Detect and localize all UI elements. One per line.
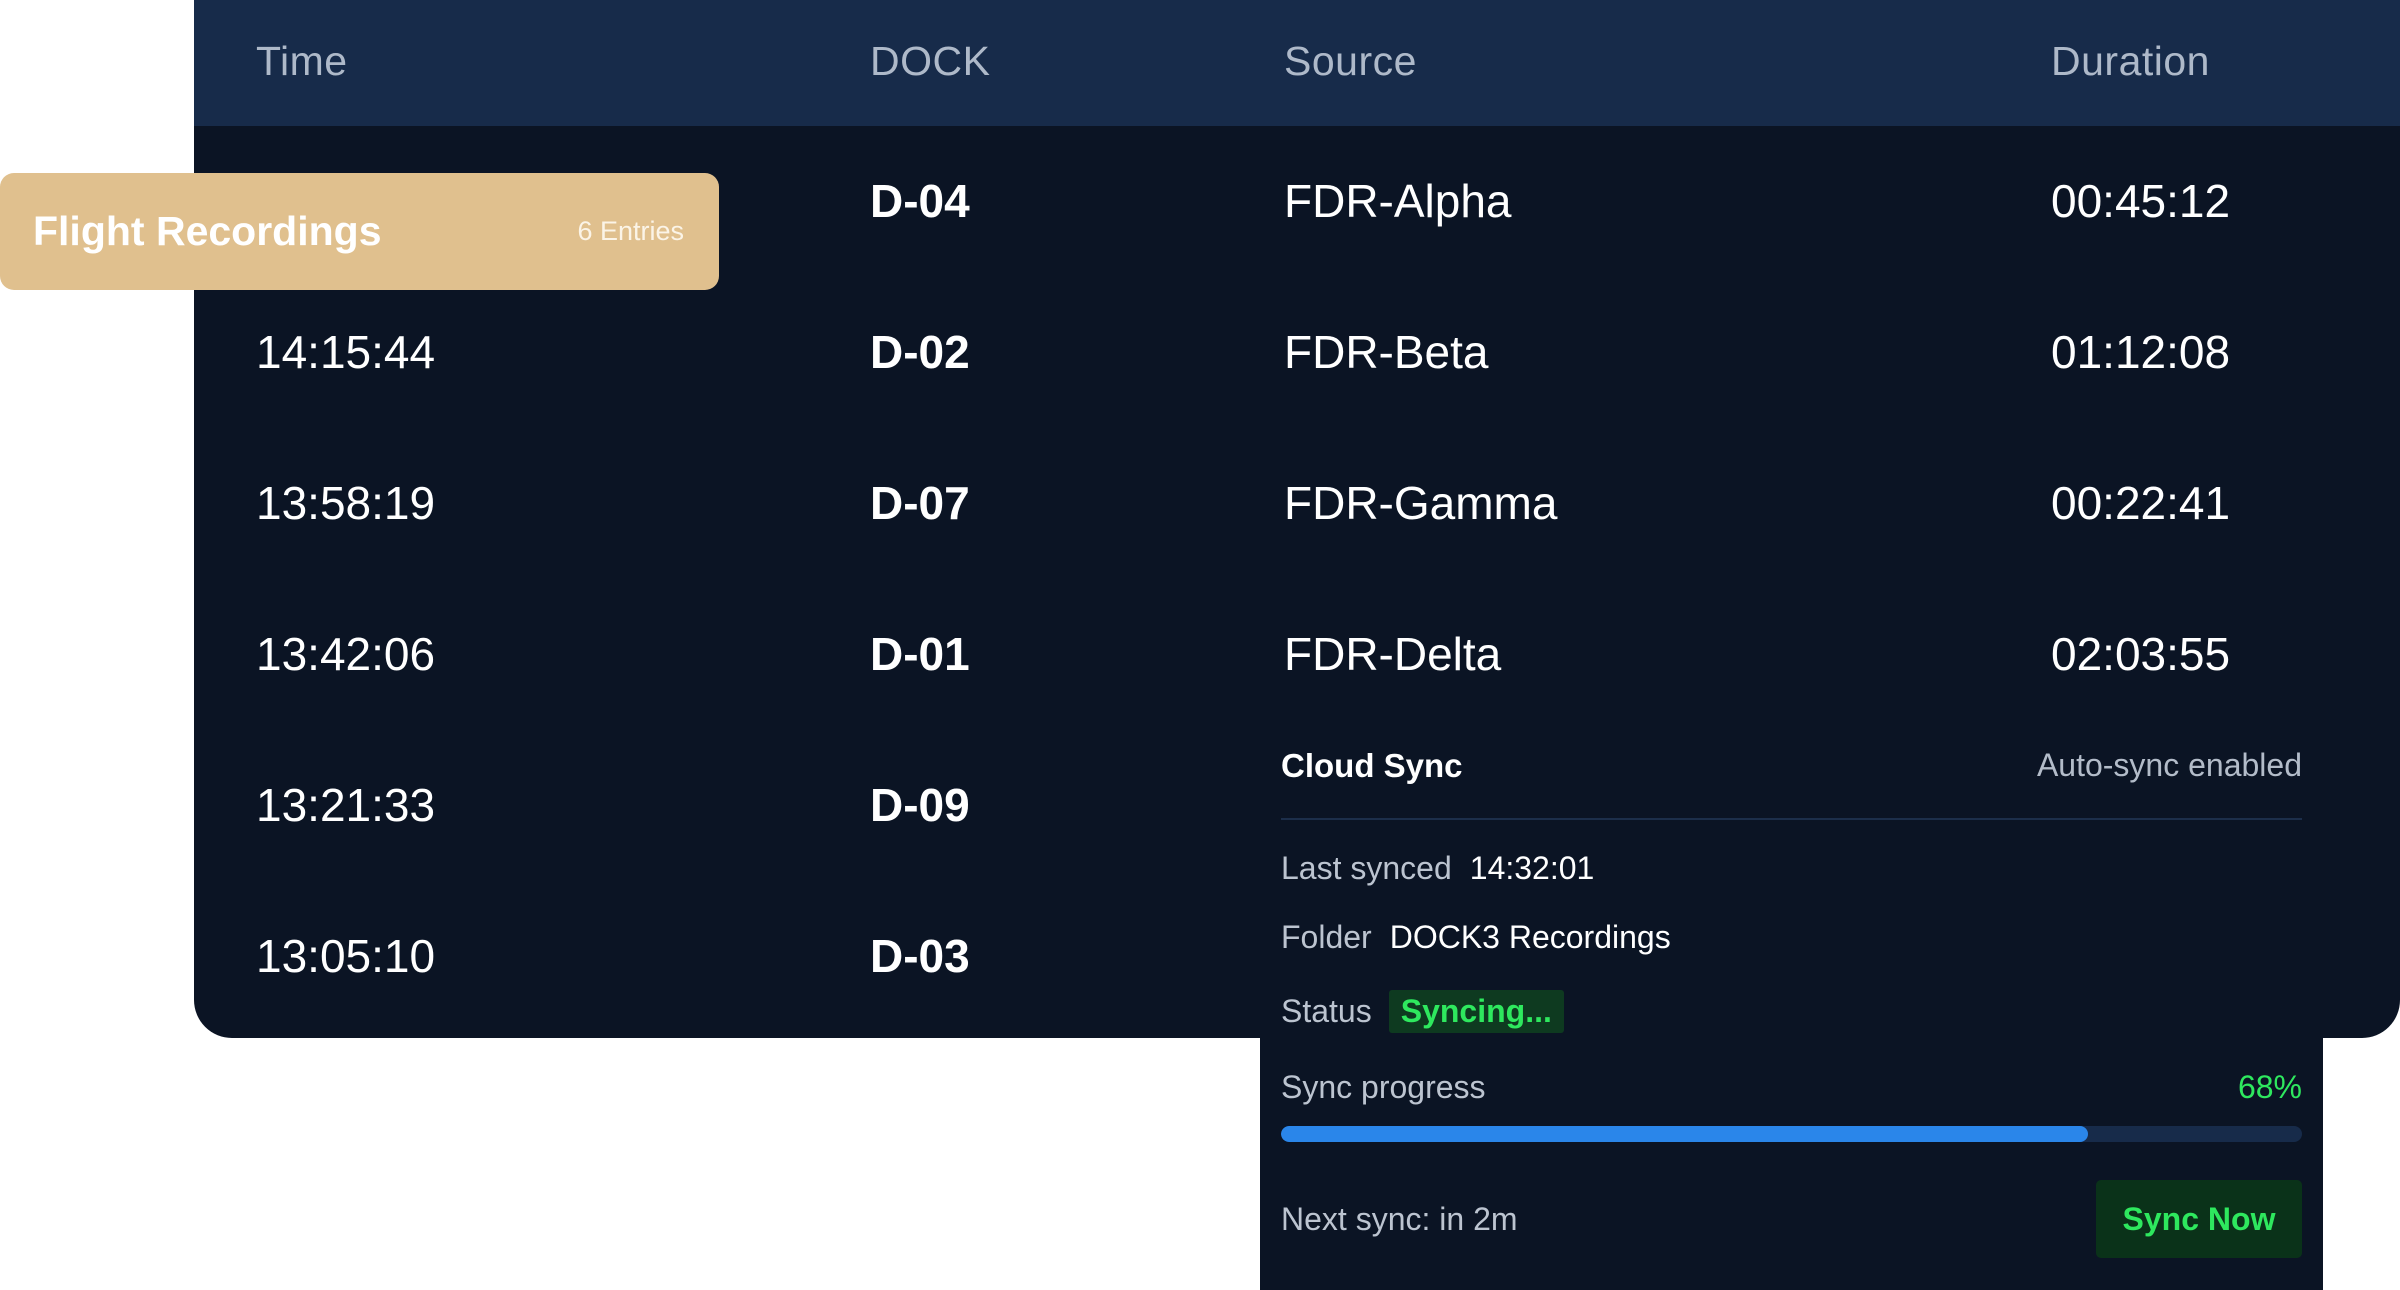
entries-count: 6 Entries bbox=[577, 216, 684, 246]
sync-title: Cloud Sync bbox=[1281, 746, 1463, 784]
status-label: Status bbox=[1281, 993, 1372, 1029]
auto-sync-status: Auto-sync enabled bbox=[2036, 747, 2302, 783]
cell-time: 13:42:06 bbox=[256, 628, 436, 680]
progress-label: Sync progress bbox=[1281, 1069, 1486, 1105]
cell-time: 13:05:10 bbox=[256, 930, 436, 982]
cell-dock: D-04 bbox=[870, 175, 970, 227]
table-row[interactable]: 14:15:44 D-02 FDR-Beta 01:12:08 bbox=[194, 277, 2400, 428]
cell-dock: D-02 bbox=[870, 326, 970, 378]
table-row[interactable]: 13:58:19 D-07 FDR-Gamma 00:22:41 bbox=[194, 428, 2400, 579]
cloud-sync-panel: Cloud Sync Auto-sync enabled Last synced… bbox=[1260, 713, 2323, 1290]
folder-row: Folder DOCK3 Recordings bbox=[1281, 919, 2302, 956]
next-sync-text: Next sync: in 2m bbox=[1281, 1200, 1518, 1237]
cell-duration: 00:45:12 bbox=[2051, 175, 2231, 227]
cell-dock: D-09 bbox=[870, 779, 970, 831]
last-synced-label: Last synced bbox=[1281, 850, 1452, 886]
header-time[interactable]: Time bbox=[256, 38, 348, 85]
last-synced-row: Last synced 14:32:01 bbox=[1281, 850, 2302, 887]
progress-row: Sync progress 68% bbox=[1281, 1069, 2302, 1106]
status-row: Status Syncing... bbox=[1281, 990, 2302, 1033]
cell-source: FDR-Alpha bbox=[1284, 175, 1512, 227]
table-row[interactable]: 13:42:06 D-01 FDR-Delta 02:03:55 bbox=[194, 579, 2400, 730]
sync-footer: Next sync: in 2m Sync Now bbox=[1281, 1180, 2302, 1258]
cell-time: 13:21:33 bbox=[256, 779, 436, 831]
cell-time: 14:15:44 bbox=[256, 326, 436, 378]
progress-bar bbox=[1281, 1126, 2302, 1142]
cell-source: FDR-Delta bbox=[1284, 628, 1502, 680]
cell-dock: D-07 bbox=[870, 477, 970, 529]
folder-value: DOCK3 Recordings bbox=[1389, 919, 1671, 955]
last-synced-value: 14:32:01 bbox=[1469, 850, 1595, 886]
cell-duration: 00:22:41 bbox=[2051, 477, 2231, 529]
cell-dock: D-01 bbox=[870, 628, 970, 680]
cell-source: FDR-Beta bbox=[1284, 326, 1489, 378]
table-header: Time DOCK Source Duration bbox=[194, 0, 2400, 126]
progress-percent: 68% bbox=[2237, 1069, 2302, 1105]
folder-label: Folder bbox=[1281, 919, 1372, 955]
cell-time: 13:58:19 bbox=[256, 477, 436, 529]
flight-recordings-badge[interactable]: Flight Recordings 6 Entries bbox=[0, 173, 719, 290]
progress-fill bbox=[1281, 1126, 2088, 1142]
sync-now-button[interactable]: Sync Now bbox=[2096, 1180, 2302, 1258]
header-duration[interactable]: Duration bbox=[2051, 38, 2210, 85]
header-dock[interactable]: DOCK bbox=[870, 38, 990, 85]
cell-dock: D-03 bbox=[870, 930, 970, 982]
cell-source: FDR-Gamma bbox=[1284, 477, 1558, 529]
status-badge: Syncing... bbox=[1388, 990, 1564, 1033]
app-stage: Time DOCK Source Duration D-04 FDR-Alpha… bbox=[0, 0, 2400, 1290]
cell-duration: 02:03:55 bbox=[2051, 628, 2231, 680]
cell-duration: 01:12:08 bbox=[2051, 326, 2231, 378]
header-source[interactable]: Source bbox=[1284, 38, 1417, 85]
sync-header: Cloud Sync Auto-sync enabled bbox=[1281, 713, 2302, 820]
badge-title: Flight Recordings bbox=[33, 208, 382, 254]
